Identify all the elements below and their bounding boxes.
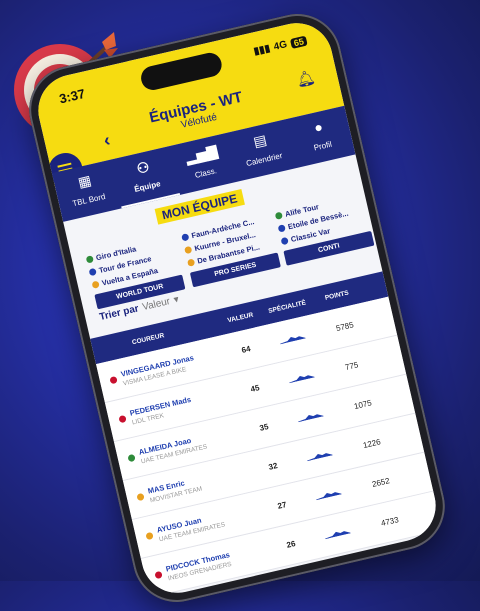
profile-icon: ● xyxy=(312,118,325,136)
sort-value: Valeur xyxy=(141,296,172,314)
rider-value: 45 xyxy=(249,383,261,394)
team-icon: ⚇ xyxy=(135,158,151,177)
chevron-down-icon: ▾ xyxy=(172,294,181,306)
calendar-icon: ▤ xyxy=(251,131,269,150)
dynamic-island xyxy=(138,50,225,93)
rider-points: 5785 xyxy=(335,320,355,334)
flag-icon xyxy=(277,224,286,233)
app-screen: 3:37 ▮▮▮ 4G 65 🔔︎ ‹ Équipes - WT Vélofut… xyxy=(31,16,443,600)
status-indicators: ▮▮▮ 4G 65 xyxy=(252,35,308,58)
rider-points: 2652 xyxy=(371,476,391,489)
col-points[interactable]: POINTS xyxy=(324,290,349,302)
back-chevron-icon[interactable]: ‹ xyxy=(102,130,113,152)
status-time: 3:37 xyxy=(57,85,87,107)
flag-icon xyxy=(91,280,100,289)
rider-points: 1075 xyxy=(353,398,373,412)
specialty-profile-icon xyxy=(307,453,333,462)
flag-icon xyxy=(181,233,190,242)
rider-value: 27 xyxy=(276,500,288,511)
flag-icon xyxy=(184,245,193,255)
rider-value: 64 xyxy=(240,344,252,355)
rider-points: 775 xyxy=(344,360,360,373)
flag-icon xyxy=(145,531,154,541)
specialty-profile-icon xyxy=(316,492,342,501)
rider-points: 1226 xyxy=(362,437,382,451)
signal-icon: ▮▮▮ xyxy=(252,43,272,58)
ranking-icon: ▂▅▇ xyxy=(183,142,219,166)
col-specialite[interactable]: SPÉCIALITÉ xyxy=(268,299,307,314)
rider-value: 35 xyxy=(258,422,270,433)
col-coureur[interactable]: COUREUR xyxy=(131,332,165,346)
pro-series-column: Faun-Ardèche C... Kuurne - Bruxel... De … xyxy=(180,212,281,288)
flag-icon xyxy=(280,236,289,246)
conti-column: Alife Tour Etoile de Bessè... Classic Va… xyxy=(274,190,375,266)
flag-icon xyxy=(274,211,284,220)
specialty-profile-icon xyxy=(280,336,306,345)
flag-icon xyxy=(85,255,94,264)
flag-icon xyxy=(127,453,136,463)
rider-points: 4733 xyxy=(380,515,400,528)
flag-icon xyxy=(109,375,118,385)
flag-icon xyxy=(186,258,196,267)
specialty-profile-icon xyxy=(325,531,351,540)
battery-icon: 65 xyxy=(289,35,308,49)
specialty-profile-icon xyxy=(298,414,324,423)
network-label: 4G xyxy=(272,39,289,53)
flag-icon xyxy=(136,492,145,502)
flag-icon xyxy=(154,570,163,580)
col-valeur[interactable]: VALEUR xyxy=(227,312,254,325)
dashboard-icon: ▦ xyxy=(76,171,93,191)
flag-icon xyxy=(118,414,127,424)
specialty-profile-icon xyxy=(289,375,315,384)
bell-icon[interactable]: 🔔︎ xyxy=(294,68,317,90)
phone-mockup: 3:37 ▮▮▮ 4G 65 🔔︎ ‹ Équipes - WT Vélofut… xyxy=(20,5,454,611)
flag-icon xyxy=(88,267,97,277)
rider-value: 26 xyxy=(285,539,297,550)
rider-value: 32 xyxy=(267,461,279,472)
